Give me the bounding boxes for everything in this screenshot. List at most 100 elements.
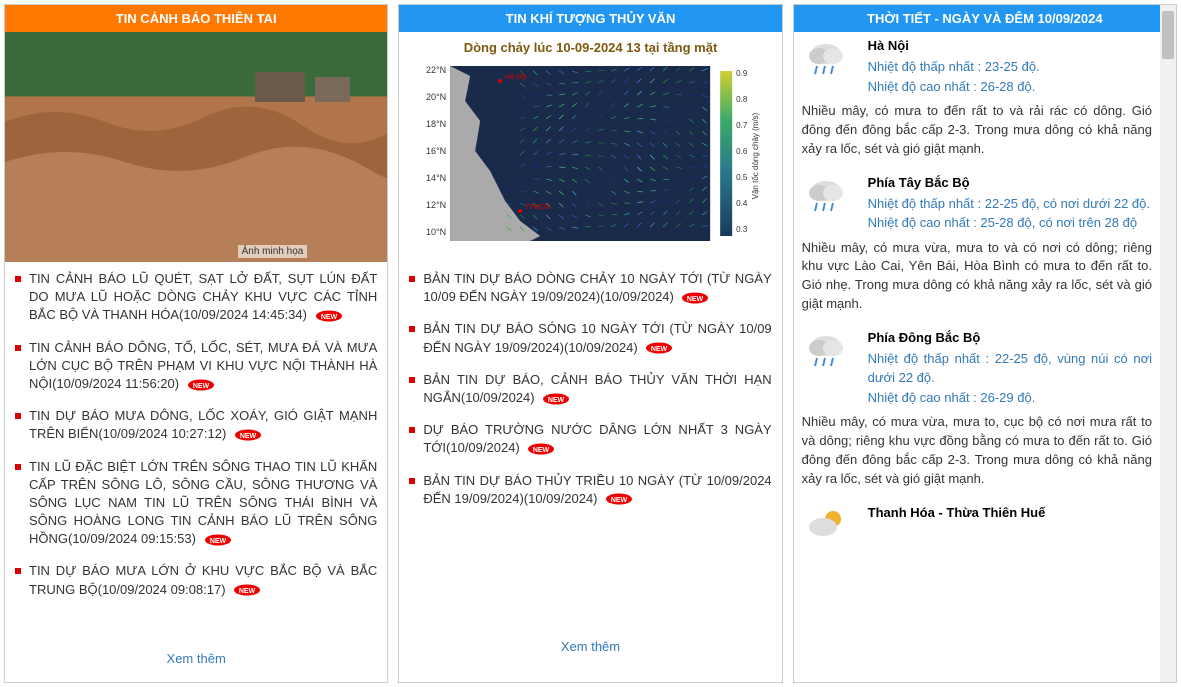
news-link[interactable]: BẢN TIN DỰ BÁO SÓNG 10 NGÀY TỚI (TỪ NGÀY… — [423, 320, 771, 356]
new-icon: NEW — [605, 493, 633, 505]
svg-text:NEW: NEW — [687, 296, 704, 303]
region-name: Phía Đông Bắc Bộ — [868, 330, 1152, 345]
svg-text:0.5: 0.5 — [736, 173, 748, 182]
region-name: Phía Tây Bắc Bộ — [868, 175, 1152, 190]
list-item: TIN DỰ BÁO MƯA LỚN Ở KHU VỰC BẮC BỘ VÀ B… — [15, 562, 377, 598]
svg-text:TPHCM: TPHCM — [525, 204, 550, 211]
news-list: TIN CẢNH BÁO LŨ QUÉT, SẠT LỞ ĐẤT, SỤT LÚ… — [5, 262, 387, 621]
svg-text:NEW: NEW — [209, 538, 226, 545]
bullet-icon — [15, 568, 21, 574]
new-icon: NEW — [645, 342, 673, 354]
temp-low: Nhiệt độ thấp nhất : 22-25 độ, vùng núi … — [868, 349, 1152, 388]
svg-text:10°N: 10°N — [426, 227, 446, 237]
new-icon: NEW — [234, 429, 262, 441]
temp-low: Nhiệt độ thấp nhất : 22-25 độ, có nơi dư… — [868, 194, 1152, 214]
bullet-icon — [409, 276, 415, 282]
bullet-icon — [15, 345, 21, 351]
new-icon: NEW — [233, 584, 261, 596]
svg-text:0.8: 0.8 — [736, 95, 748, 104]
temp-high: Nhiệt độ cao nhất : 25-28 độ, có nơi trê… — [868, 213, 1152, 233]
bullet-icon — [409, 427, 415, 433]
svg-text:0.4: 0.4 — [736, 199, 748, 208]
list-item: TIN CẢNH BÁO LŨ QUÉT, SẠT LỞ ĐẤT, SỤT LÚ… — [15, 270, 377, 325]
weather-icon — [802, 505, 850, 547]
new-icon: NEW — [187, 379, 215, 391]
news-link[interactable]: BẢN TIN DỰ BÁO THỦY TRIỀU 10 NGÀY (TỪ 10… — [423, 472, 771, 508]
svg-text:0.9: 0.9 — [736, 69, 748, 78]
forecast-body[interactable]: Hà Nội Nhiệt độ thấp nhất : 23-25 độ. Nhiệ… — [794, 32, 1176, 682]
svg-text:NEW: NEW — [193, 383, 210, 390]
forecast-description: Nhiều mây, có mưa to đến rất to và rải r… — [802, 102, 1152, 159]
news-link[interactable]: TIN CẢNH BÁO LŨ QUÉT, SẠT LỞ ĐẤT, SỤT LÚ… — [29, 270, 377, 325]
svg-text:16°N: 16°N — [426, 146, 446, 156]
news-list: BẢN TIN DỰ BÁO DÒNG CHẢY 10 NGÀY TỚI (TỪ… — [399, 262, 781, 631]
forecast-item: Hà NộiNhiệt độ thấp nhất : 23-25 độ.Nhiệ… — [794, 32, 1160, 169]
temp-low: Nhiệt độ thấp nhất : 23-25 độ. — [868, 57, 1152, 77]
news-link[interactable]: TIN DỰ BÁO MƯA DÔNG, LỐC XOÁY, GIÓ GIẬT … — [29, 407, 377, 443]
bullet-icon — [15, 413, 21, 419]
more-link[interactable]: Xem thêm — [399, 631, 781, 662]
bullet-icon — [409, 478, 415, 484]
svg-text:0.6: 0.6 — [736, 147, 748, 156]
new-icon: NEW — [315, 310, 343, 322]
temp-high: Nhiệt độ cao nhất : 26-29 độ. — [868, 388, 1152, 408]
list-item: BẢN TIN DỰ BÁO DÒNG CHẢY 10 NGÀY TỚI (TỪ… — [409, 270, 771, 306]
region-name: Hà Nội — [868, 38, 1152, 53]
bullet-icon — [15, 276, 21, 282]
list-item: BẢN TIN DỰ BÁO THỦY TRIỀU 10 NGÀY (TỪ 10… — [409, 472, 771, 508]
panel-body: Dòng chảy lúc 10-09-2024 13 tại tầng mặt… — [399, 32, 781, 682]
svg-text:NEW: NEW — [548, 397, 565, 404]
forecast-description: Nhiều mây, có mưa vừa, mưa to, cục bộ có… — [802, 413, 1152, 488]
panel-title: TIN CẢNH BÁO THIÊN TAI — [5, 5, 387, 32]
image-caption: Ảnh minh họa — [238, 245, 308, 258]
scrollbar-thumb[interactable] — [1162, 11, 1174, 59]
new-icon: NEW — [204, 534, 232, 546]
svg-text:18°N: 18°N — [426, 119, 446, 129]
forecast-description: Nhiều mây, có mưa vừa, mưa to và có nơi … — [802, 239, 1152, 314]
news-link[interactable]: DỰ BÁO TRƯỜNG NƯỚC DÂNG LỚN NHẤT 3 NGÀY … — [423, 421, 771, 457]
scrollbar-track[interactable] — [1160, 5, 1176, 682]
panel-title: TIN KHÍ TƯỢNG THỦY VĂN — [399, 5, 781, 32]
svg-text:14°N: 14°N — [426, 173, 446, 183]
svg-text:NEW: NEW — [611, 497, 628, 504]
chart-block: Dòng chảy lúc 10-09-2024 13 tại tầng mặt… — [399, 32, 781, 262]
svg-text:Hà Nội: Hà Nội — [505, 74, 527, 81]
panel-title: THỜI TIẾT - NGÀY VÀ ĐÊM 10/09/2024 — [794, 5, 1176, 32]
meteo-hydro-panel: TIN KHÍ TƯỢNG THỦY VĂN Dòng chảy lúc 10-… — [398, 4, 782, 683]
svg-text:NEW: NEW — [240, 433, 257, 440]
news-link[interactable]: TIN DỰ BÁO MƯA LỚN Ở KHU VỰC BẮC BỘ VÀ B… — [29, 562, 377, 598]
more-link[interactable]: Xem thêm — [159, 643, 234, 674]
list-item: TIN CẢNH BÁO DÔNG, TỐ, LỐC, SÉT, MƯA ĐÁ … — [15, 339, 377, 394]
flow-chart: 22°N20°N18°N16°N14°N12°N10°N Hà Nội TPHC… — [403, 61, 777, 251]
news-link[interactable]: TIN LŨ ĐẶC BIỆT LỚN TRÊN SÔNG THAO TIN L… — [29, 458, 377, 549]
list-item: BẢN TIN DỰ BÁO SÓNG 10 NGÀY TỚI (TỪ NGÀY… — [409, 320, 771, 356]
svg-text:NEW: NEW — [533, 447, 550, 454]
svg-text:NEW: NEW — [320, 314, 337, 321]
bullet-icon — [15, 464, 21, 470]
svg-text:Vận tốc dòng chảy (m/s): Vận tốc dòng chảy (m/s) — [751, 112, 760, 199]
weather-icon — [802, 38, 850, 80]
weather-icon — [802, 175, 850, 217]
news-link[interactable]: BẢN TIN DỰ BÁO, CẢNH BÁO THỦY VĂN THỜI H… — [423, 371, 771, 407]
forecast-item: Thanh Hóa - Thừa Thiên Huế — [794, 499, 1160, 561]
svg-text:20°N: 20°N — [426, 92, 446, 102]
news-link[interactable]: TIN CẢNH BÁO DÔNG, TỐ, LỐC, SÉT, MƯA ĐÁ … — [29, 339, 377, 394]
bullet-icon — [409, 377, 415, 383]
list-item: DỰ BÁO TRƯỜNG NƯỚC DÂNG LỚN NHẤT 3 NGÀY … — [409, 421, 771, 457]
svg-text:0.7: 0.7 — [736, 121, 748, 130]
news-link[interactable]: BẢN TIN DỰ BÁO DÒNG CHẢY 10 NGÀY TỚI (TỪ… — [423, 270, 771, 306]
bullet-icon — [409, 326, 415, 332]
region-name: Thanh Hóa - Thừa Thiên Huế — [868, 505, 1152, 520]
forecast-item: Phía Đông Bắc Bộ Nhiệt độ thấp nhất : 22-… — [794, 324, 1160, 499]
forecast-item: Phía Tây Bắc Bộ Nhiệt độ thấp nhất : 22-2… — [794, 169, 1160, 324]
new-icon: NEW — [527, 443, 555, 455]
list-item: TIN LŨ ĐẶC BIỆT LỚN TRÊN SÔNG THAO TIN L… — [15, 458, 377, 549]
weather-forecast-panel: THỜI TIẾT - NGÀY VÀ ĐÊM 10/09/2024 Hà Nộ… — [793, 4, 1177, 683]
weather-icon — [802, 330, 850, 372]
panel-body: Ảnh minh họa TIN CẢNH BÁO LŨ QUÉT, SẠT L… — [5, 32, 387, 682]
chart-title: Dòng chảy lúc 10-09-2024 13 tại tầng mặt — [403, 40, 777, 55]
svg-text:NEW: NEW — [239, 588, 256, 595]
list-item: TIN DỰ BÁO MƯA DÔNG, LỐC XOÁY, GIÓ GIẬT … — [15, 407, 377, 443]
svg-text:NEW: NEW — [651, 346, 668, 353]
svg-text:0.3: 0.3 — [736, 225, 748, 234]
